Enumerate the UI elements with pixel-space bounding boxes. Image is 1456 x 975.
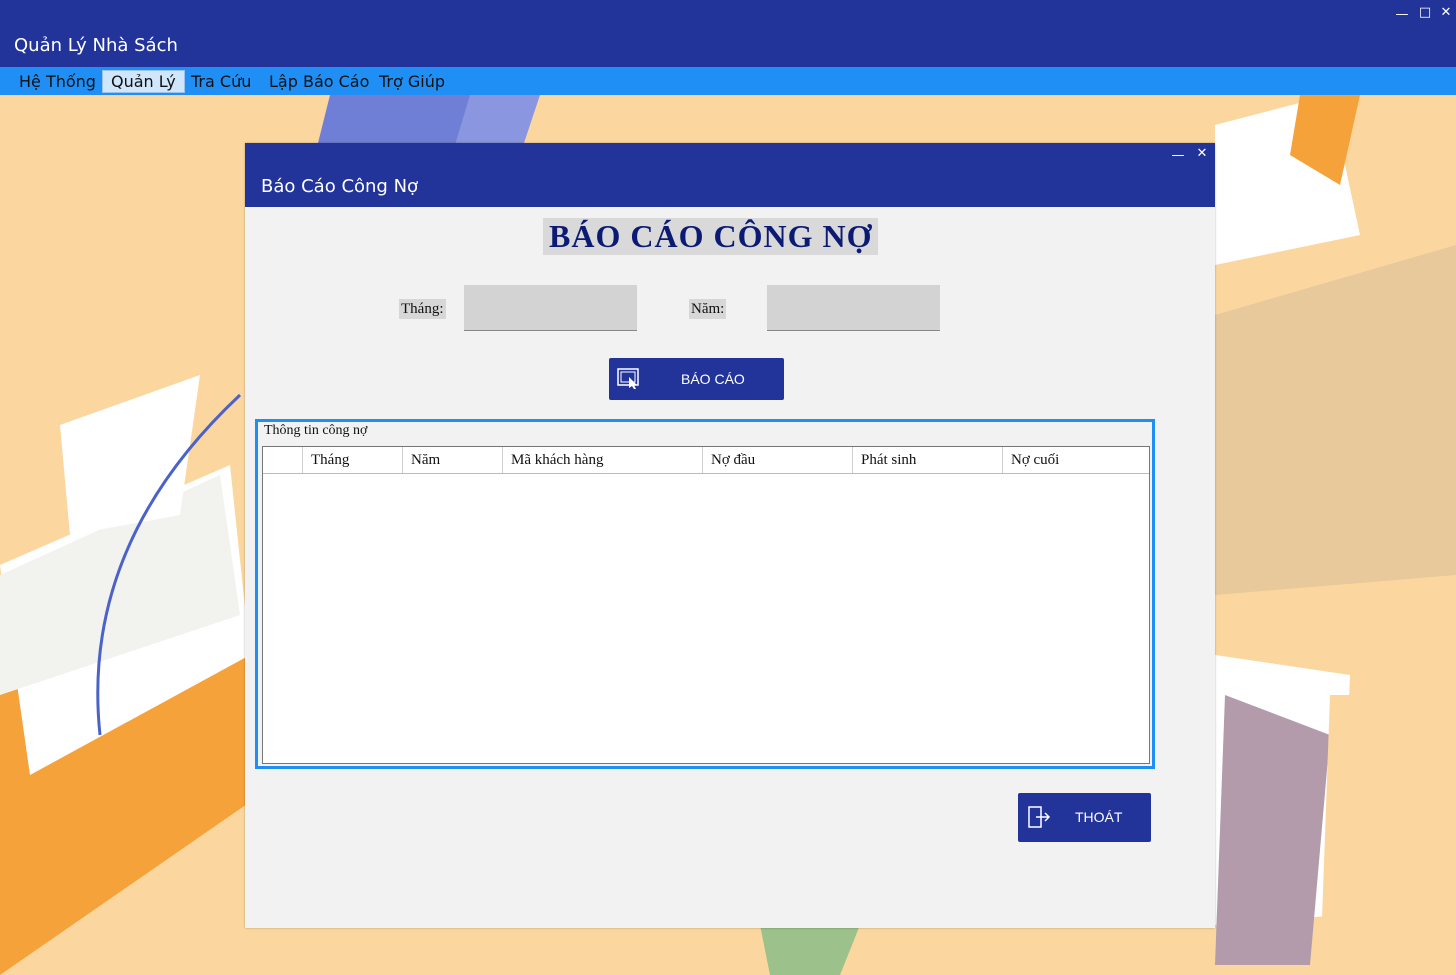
report-window-title: Báo Cáo Công Nợ bbox=[261, 176, 419, 197]
minimize-icon[interactable]: — bbox=[1395, 8, 1409, 22]
exit-button[interactable]: THOÁT bbox=[1018, 793, 1151, 842]
debt-info-groupbox: Thông tin công nợ Tháng Năm Mã khách hàn… bbox=[255, 419, 1155, 769]
maximize-icon[interactable]: □ bbox=[1418, 6, 1432, 20]
menu-item-quan-ly[interactable]: Quản Lý bbox=[102, 70, 185, 93]
month-input[interactable] bbox=[464, 285, 637, 331]
column-header-phat-sinh[interactable]: Phát sinh bbox=[853, 447, 1003, 473]
report-close-icon[interactable]: ✕ bbox=[1195, 147, 1209, 161]
groupbox-title: Thông tin công nợ bbox=[264, 423, 368, 438]
exit-icon bbox=[1028, 806, 1052, 831]
app-titlebar: Quản Lý Nhà Sách — □ ✕ bbox=[0, 0, 1456, 67]
close-icon[interactable]: ✕ bbox=[1439, 6, 1453, 20]
report-button-label: BÁO CÁO bbox=[681, 371, 745, 387]
report-window-titlebar: Báo Cáo Công Nợ — ✕ bbox=[245, 143, 1215, 207]
column-header-no-dau[interactable]: Nợ đầu bbox=[703, 447, 853, 473]
column-header-ma-khach-hang[interactable]: Mã khách hàng bbox=[503, 447, 703, 473]
grid-header: Tháng Năm Mã khách hàng Nợ đầu Phát sinh… bbox=[263, 447, 1149, 474]
report-minimize-icon[interactable]: — bbox=[1171, 149, 1185, 163]
column-header-no-cuoi[interactable]: Nợ cuối bbox=[1003, 447, 1149, 473]
menu-item-tro-giup[interactable]: Trợ Giúp bbox=[371, 71, 453, 92]
menu-item-lap-bao-cao[interactable]: Lập Báo Cáo bbox=[261, 71, 377, 92]
report-icon bbox=[617, 368, 641, 393]
month-label: Tháng: bbox=[399, 299, 446, 319]
year-label: Năm: bbox=[689, 299, 727, 319]
year-input[interactable] bbox=[767, 285, 940, 331]
app-title: Quản Lý Nhà Sách bbox=[14, 35, 178, 56]
exit-button-label: THOÁT bbox=[1075, 809, 1123, 825]
report-heading: BÁO CÁO CÔNG NỢ bbox=[543, 218, 879, 255]
row-header-cell bbox=[263, 447, 303, 473]
report-button[interactable]: BÁO CÁO bbox=[609, 358, 784, 400]
debt-grid[interactable]: Tháng Năm Mã khách hàng Nợ đầu Phát sinh… bbox=[262, 446, 1150, 764]
column-header-nam[interactable]: Năm bbox=[403, 447, 503, 473]
column-header-thang[interactable]: Tháng bbox=[303, 447, 403, 473]
menu-bar: Hệ Thống Quản Lý Tra Cứu Lập Báo Cáo Trợ… bbox=[0, 67, 1456, 95]
report-window: Báo Cáo Công Nợ — ✕ BÁO CÁO CÔNG NỢ Thán… bbox=[245, 143, 1215, 928]
menu-item-he-thong[interactable]: Hệ Thống bbox=[11, 71, 104, 92]
menu-item-tra-cuu[interactable]: Tra Cứu bbox=[183, 71, 259, 92]
